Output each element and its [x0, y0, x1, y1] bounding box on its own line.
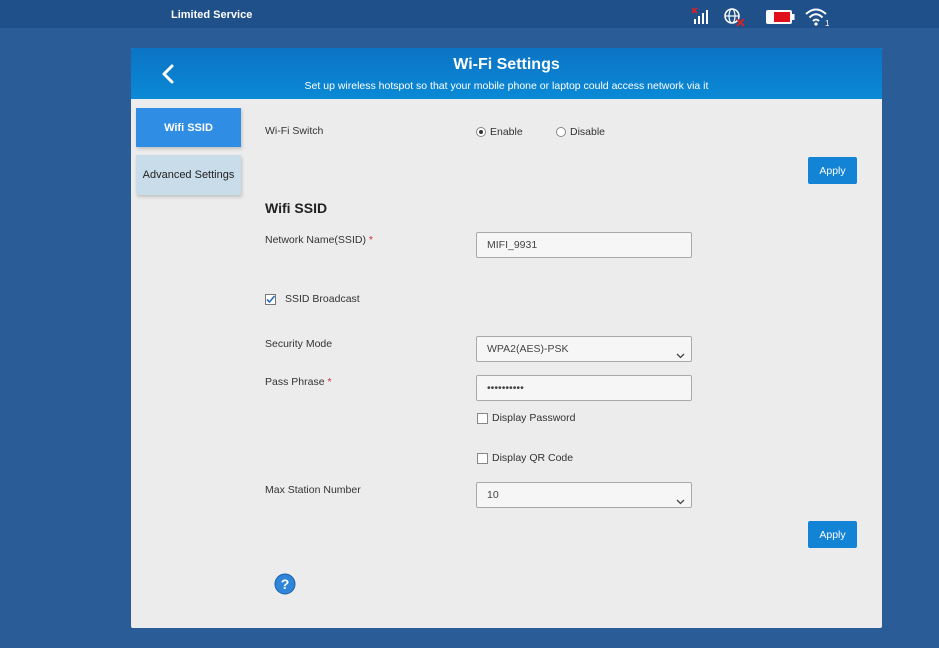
enable-radio[interactable]	[476, 127, 486, 137]
chevron-down-icon	[676, 345, 685, 359]
disable-radio[interactable]	[556, 127, 566, 137]
chevron-down-icon	[676, 491, 685, 505]
page-subtitle: Set up wireless hotspot so that your mob…	[304, 80, 709, 92]
sidebar-item-advanced-settings[interactable]: Advanced Settings	[136, 155, 241, 195]
pass-phrase-label: Pass Phrase *	[265, 376, 332, 388]
enable-radio-option[interactable]: Enable	[476, 126, 523, 138]
wifi-settings-panel: Wi-Fi Settings Set up wireless hotspot s…	[131, 48, 882, 628]
required-mark: *	[368, 234, 373, 246]
disable-radio-option[interactable]: Disable	[556, 126, 605, 138]
wifi-client-count: 1	[825, 19, 830, 27]
wifi-clients-icon: 1	[805, 7, 831, 32]
signal-no-sim-icon	[690, 7, 710, 31]
sidebar-item-label: Wifi SSID	[164, 121, 213, 134]
ssid-apply-button[interactable]: Apply	[808, 521, 857, 548]
display-password-label: Display Password	[492, 412, 576, 424]
security-mode-label: Security Mode	[265, 338, 333, 350]
wifi-switch-label: Wi-Fi Switch	[265, 125, 324, 137]
ssid-broadcast-label: SSID Broadcast	[285, 293, 360, 305]
svg-text:?: ?	[281, 576, 290, 592]
pass-phrase-input[interactable]: ••••••••••	[476, 375, 692, 401]
max-station-value: 10	[487, 489, 499, 501]
pass-phrase-label-text: Pass Phrase	[265, 376, 325, 388]
help-icon[interactable]: ?	[274, 573, 296, 595]
network-name-label-text: Network Name(SSID)	[265, 234, 366, 246]
panel-header: Wi-Fi Settings Set up wireless hotspot s…	[131, 48, 882, 99]
max-station-label: Max Station Number	[265, 484, 361, 496]
display-qr-code-checkbox[interactable]	[477, 453, 488, 464]
network-name-input[interactable]: MIFI_9931	[476, 232, 692, 258]
security-mode-value: WPA2(AES)-PSK	[487, 343, 569, 355]
globe-disconnected-icon	[723, 7, 747, 32]
enable-radio-label: Enable	[490, 126, 523, 138]
display-qr-code-label: Display QR Code	[492, 452, 574, 464]
security-mode-select[interactable]: WPA2(AES)-PSK	[476, 336, 692, 362]
max-station-select[interactable]: 10	[476, 482, 692, 508]
sidebar-item-wifi-ssid[interactable]: Wifi SSID	[136, 108, 241, 147]
display-password-checkbox[interactable]	[477, 413, 488, 424]
service-status-text: Limited Service	[171, 9, 253, 21]
disable-radio-label: Disable	[570, 126, 606, 138]
required-mark: *	[327, 376, 332, 388]
battery-low-icon	[765, 9, 795, 30]
status-bar: Limited Service 1	[0, 0, 939, 28]
page-title: Wi-Fi Settings	[453, 56, 560, 73]
section-title-wifi-ssid: Wifi SSID	[265, 200, 328, 216]
network-name-label: Network Name(SSID) *	[265, 234, 373, 246]
wifi-switch-apply-button[interactable]: Apply	[808, 157, 857, 184]
ssid-broadcast-checkbox[interactable]	[265, 294, 276, 305]
sidebar-item-label: Advanced Settings	[142, 169, 235, 181]
